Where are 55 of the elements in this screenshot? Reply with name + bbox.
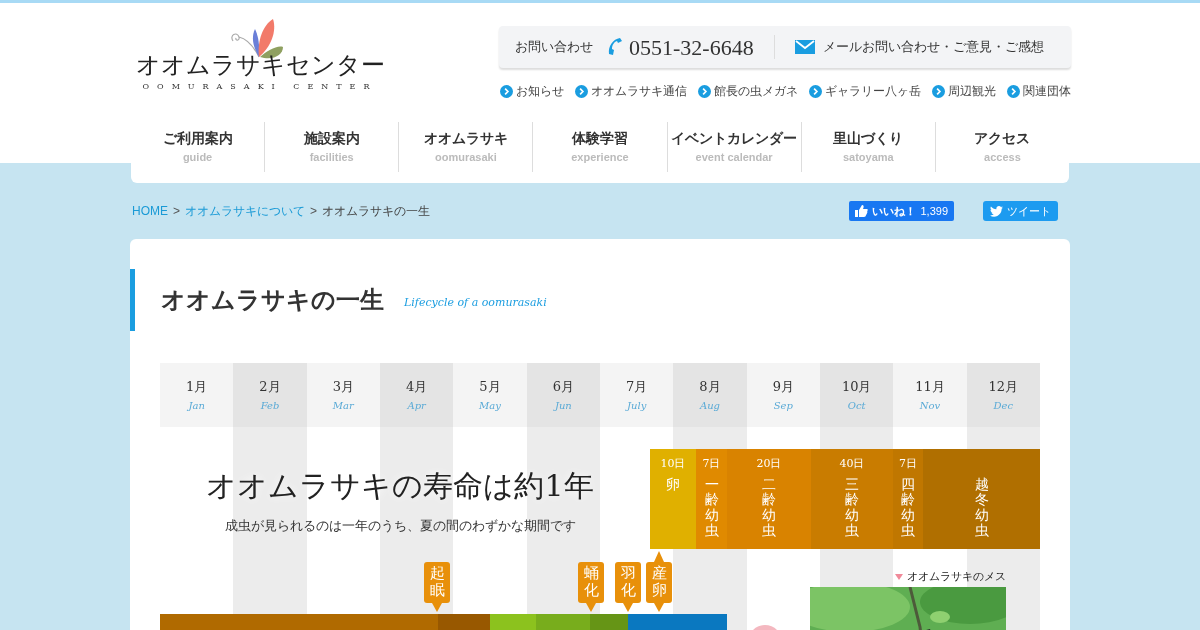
month-header: 11月 Nov (893, 363, 967, 427)
nav-item[interactable]: 施設案内 facilities (264, 122, 399, 172)
month-header: 9月 Sep (746, 363, 820, 427)
nav-item[interactable]: イベントカレンダー event calendar (666, 122, 801, 172)
bird-icon (990, 205, 1003, 217)
month-header: 12月 Dec (966, 363, 1040, 427)
stage-segment: 7日 四齢幼虫 (893, 449, 923, 549)
sub-nav-link[interactable]: オオムラサキ通信 (575, 82, 687, 100)
nav-item[interactable]: アクセス access (934, 122, 1069, 172)
breadcrumb-separator: > (173, 203, 180, 220)
chevron-icon (932, 84, 945, 98)
month-header: 5月 May (453, 363, 527, 427)
month-header: 8月 Aug (673, 363, 747, 427)
month-header: 4月 Apr (380, 363, 454, 427)
month-header: 2月 Feb (233, 363, 307, 427)
contact-label: お問い合わせ (515, 38, 593, 57)
month-header: 1月 Jan (160, 363, 234, 427)
chevron-icon (1007, 84, 1020, 98)
like-button[interactable]: いいね！ 1,399 (849, 201, 954, 221)
month-header: 6月 Jun (526, 363, 600, 427)
phone-number: 0551-32-6648 (629, 33, 754, 62)
sub-nav-link[interactable]: ギャラリー八ヶ岳 (809, 82, 921, 100)
month-header: 10月 Oct (820, 363, 894, 427)
breadcrumb-current: オオムラサキの一生 (322, 203, 431, 220)
month-header: 3月 Mar (306, 363, 380, 427)
page-title: オオムラサキの一生 (161, 285, 384, 315)
chevron-icon (500, 84, 513, 98)
sub-nav-link[interactable]: お知らせ (500, 82, 564, 100)
chevron-icon (698, 84, 711, 98)
logo-subtitle: OOMURASAKI CENTER (142, 81, 378, 93)
nav-item[interactable]: オオムラサキ oomurasaki (398, 122, 533, 172)
breadcrumb-separator: > (310, 203, 318, 220)
stage-segment: 40日 三齢幼虫 (811, 449, 893, 549)
lifespan-subtitle: 成虫が見られるのは一年のうち、夏の間のわずかな期間です (224, 517, 576, 535)
nav-item[interactable]: 里山づくり satoyama (800, 122, 935, 172)
stage-segment: 7日 一齢幼虫 (696, 449, 727, 549)
nav-item[interactable]: 体験学習 experience (532, 122, 667, 172)
chevron-icon (575, 84, 588, 98)
sub-nav-link[interactable]: 周辺観光 (932, 82, 996, 100)
mail-link[interactable]: メールお問い合わせ・ご意見・ご感想 (822, 37, 1044, 57)
page-subtitle: Lifecycle of a oomurasaki (404, 294, 547, 311)
month-header: 7月 July (600, 363, 674, 427)
sub-nav-link[interactable]: 館長の虫メガネ (698, 82, 798, 100)
caption-triangle-icon (895, 574, 903, 581)
logo-title: オオムラサキセンター (135, 51, 385, 79)
thumbs-up-icon (855, 205, 869, 217)
lifespan-title: オオムラサキの寿命は約1年 (206, 467, 594, 505)
stage-segment: 20日 二齢幼虫 (727, 449, 811, 549)
chevron-icon (809, 84, 822, 98)
mail-icon (794, 40, 815, 54)
stage-segment: 越冬幼虫 (923, 449, 1040, 549)
sub-nav-link[interactable]: 関連団体 (1007, 82, 1071, 100)
stage-segment: 10日 卵 (650, 449, 696, 549)
photo-caption: オオムラサキのメス (907, 569, 1006, 585)
nav-item[interactable]: ご利用案内 guide (131, 122, 265, 172)
